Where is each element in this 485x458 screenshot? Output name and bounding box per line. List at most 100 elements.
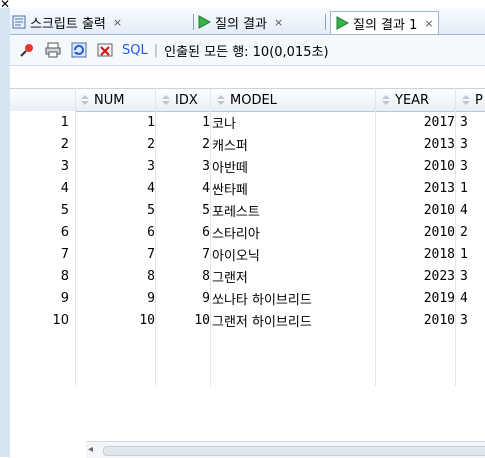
cell-year[interactable]: 2013 <box>375 133 461 155</box>
tab-close-icon[interactable]: × <box>113 16 122 29</box>
refresh-icon[interactable] <box>70 41 88 59</box>
cell-model[interactable]: 쏘나타 하이브리드 <box>212 287 372 309</box>
row-number: 8 <box>10 265 75 287</box>
table-row[interactable]: 6 6 6 스타리아 2010 2 <box>10 221 485 243</box>
tab-divider <box>325 14 326 30</box>
cell-p[interactable]: 3 <box>460 133 485 155</box>
column-header-p[interactable]: P <box>455 89 485 111</box>
toolbar-separator: | <box>153 42 159 58</box>
cell-year[interactable]: 2013 <box>375 177 461 199</box>
cell-year[interactable]: 2017 <box>375 111 461 133</box>
cell-year[interactable]: 2010 <box>375 309 461 331</box>
scroll-thumb[interactable] <box>103 446 485 456</box>
sort-icon <box>460 94 472 106</box>
cell-p[interactable]: 2 <box>460 221 485 243</box>
cell-num[interactable]: 10 <box>75 309 161 331</box>
tab-close-icon[interactable]: × <box>424 17 433 30</box>
column-header-year[interactable]: YEAR <box>375 89 456 111</box>
table-row[interactable]: 1 1 1 코나 2017 3 <box>10 111 485 133</box>
cell-model[interactable]: 스타리아 <box>212 221 372 243</box>
tab-script-output[interactable]: 스크립트 출력 × <box>12 11 122 33</box>
grid-header: NUM IDX MODEL YEAR P <box>10 88 485 112</box>
cell-p[interactable]: 3 <box>460 111 485 133</box>
sql-button[interactable]: SQL <box>122 43 148 58</box>
cell-model[interactable]: 그랜저 하이브리드 <box>212 309 372 331</box>
close-icon[interactable]: ✕ <box>0 0 10 10</box>
cell-p[interactable]: 1 <box>460 243 485 265</box>
column-header-model[interactable]: MODEL <box>210 89 376 111</box>
row-number: 2 <box>10 133 75 155</box>
tab-label: 질의 결과 1 <box>353 17 418 33</box>
cell-idx[interactable]: 7 <box>155 243 216 265</box>
tab-bar: 스크립트 출력 × 질의 결과 × 질의 결과 1 × <box>10 8 485 35</box>
sort-icon <box>160 94 172 106</box>
cell-p[interactable]: 4 <box>460 199 485 221</box>
cell-num[interactable]: 4 <box>75 177 161 199</box>
tab-close-icon[interactable]: × <box>274 16 283 29</box>
cell-num[interactable]: 7 <box>75 243 161 265</box>
table-row[interactable]: 3 3 3 아반떼 2010 3 <box>10 155 485 177</box>
cell-model[interactable]: 그랜저 <box>212 265 372 287</box>
cell-num[interactable]: 1 <box>75 111 161 133</box>
fetch-status: 인출된 모든 행: 10(0,015초) <box>164 44 329 60</box>
row-number: 9 <box>10 287 75 309</box>
table-row[interactable]: 2 2 2 캐스퍼 2013 3 <box>10 133 485 155</box>
row-number: 3 <box>10 155 75 177</box>
cell-model[interactable]: 캐스퍼 <box>212 133 372 155</box>
row-number: 5 <box>10 199 75 221</box>
table-row[interactable]: 10 10 10 그랜저 하이브리드 2010 3 <box>10 309 485 331</box>
print-icon[interactable] <box>44 41 62 59</box>
sort-icon <box>380 94 392 106</box>
cell-p[interactable]: 3 <box>460 265 485 287</box>
cell-year[interactable]: 2010 <box>375 221 461 243</box>
column-header-num[interactable]: NUM <box>75 89 155 111</box>
cell-idx[interactable]: 1 <box>155 111 216 133</box>
cell-idx[interactable]: 5 <box>155 199 216 221</box>
cell-year[interactable]: 2018 <box>375 243 461 265</box>
cell-model[interactable]: 코나 <box>212 111 372 133</box>
cell-year[interactable]: 2010 <box>375 155 461 177</box>
cell-idx[interactable]: 9 <box>155 287 216 309</box>
cell-num[interactable]: 3 <box>75 155 161 177</box>
row-number: 7 <box>10 243 75 265</box>
cell-idx[interactable]: 6 <box>155 221 216 243</box>
cell-idx[interactable]: 4 <box>155 177 216 199</box>
cell-idx[interactable]: 10 <box>155 309 216 331</box>
cancel-query-icon[interactable] <box>96 41 114 59</box>
table-row[interactable]: 9 9 9 쏘나타 하이브리드 2019 4 <box>10 287 485 309</box>
cell-model[interactable]: 포레스트 <box>212 199 372 221</box>
row-number: 10 <box>10 309 75 331</box>
cell-year[interactable]: 2010 <box>375 199 461 221</box>
tab-query-result-1[interactable]: 질의 결과 1 × <box>330 11 439 34</box>
cell-p[interactable]: 3 <box>460 155 485 177</box>
column-header-idx[interactable]: IDX <box>155 89 211 111</box>
cell-model[interactable]: 아이오닉 <box>212 243 372 265</box>
cell-num[interactable]: 8 <box>75 265 161 287</box>
cell-year[interactable]: 2023 <box>375 265 461 287</box>
table-row[interactable]: 4 4 4 싼타페 2013 1 <box>10 177 485 199</box>
cell-num[interactable]: 9 <box>75 287 161 309</box>
cell-idx[interactable]: 8 <box>155 265 216 287</box>
table-row[interactable]: 7 7 7 아이오닉 2018 1 <box>10 243 485 265</box>
row-number: 4 <box>10 177 75 199</box>
cell-model[interactable]: 싼타페 <box>212 177 372 199</box>
cell-model[interactable]: 아반떼 <box>212 155 372 177</box>
cell-year[interactable]: 2019 <box>375 287 461 309</box>
sort-icon <box>79 94 91 106</box>
cell-idx[interactable]: 3 <box>155 155 216 177</box>
cell-idx[interactable]: 2 <box>155 133 216 155</box>
table-row[interactable]: 8 8 8 그랜저 2023 3 <box>10 265 485 287</box>
top-strip: ✕ <box>0 0 485 10</box>
table-row[interactable]: 5 5 5 포레스트 2010 4 <box>10 199 485 221</box>
cell-num[interactable]: 6 <box>75 221 161 243</box>
tab-label: 질의 결과 <box>215 16 267 32</box>
cell-p[interactable]: 3 <box>460 309 485 331</box>
pin-icon[interactable] <box>18 41 36 59</box>
cell-p[interactable]: 4 <box>460 287 485 309</box>
cell-p[interactable]: 1 <box>460 177 485 199</box>
cell-num[interactable]: 2 <box>75 133 161 155</box>
results-toolbar: SQL | 인출된 모든 행: 10(0,015초) <box>10 35 485 66</box>
tab-query-result[interactable]: 질의 결과 × <box>197 11 283 33</box>
scroll-left-arrow-icon[interactable]: ◂ <box>88 444 93 455</box>
cell-num[interactable]: 5 <box>75 199 161 221</box>
